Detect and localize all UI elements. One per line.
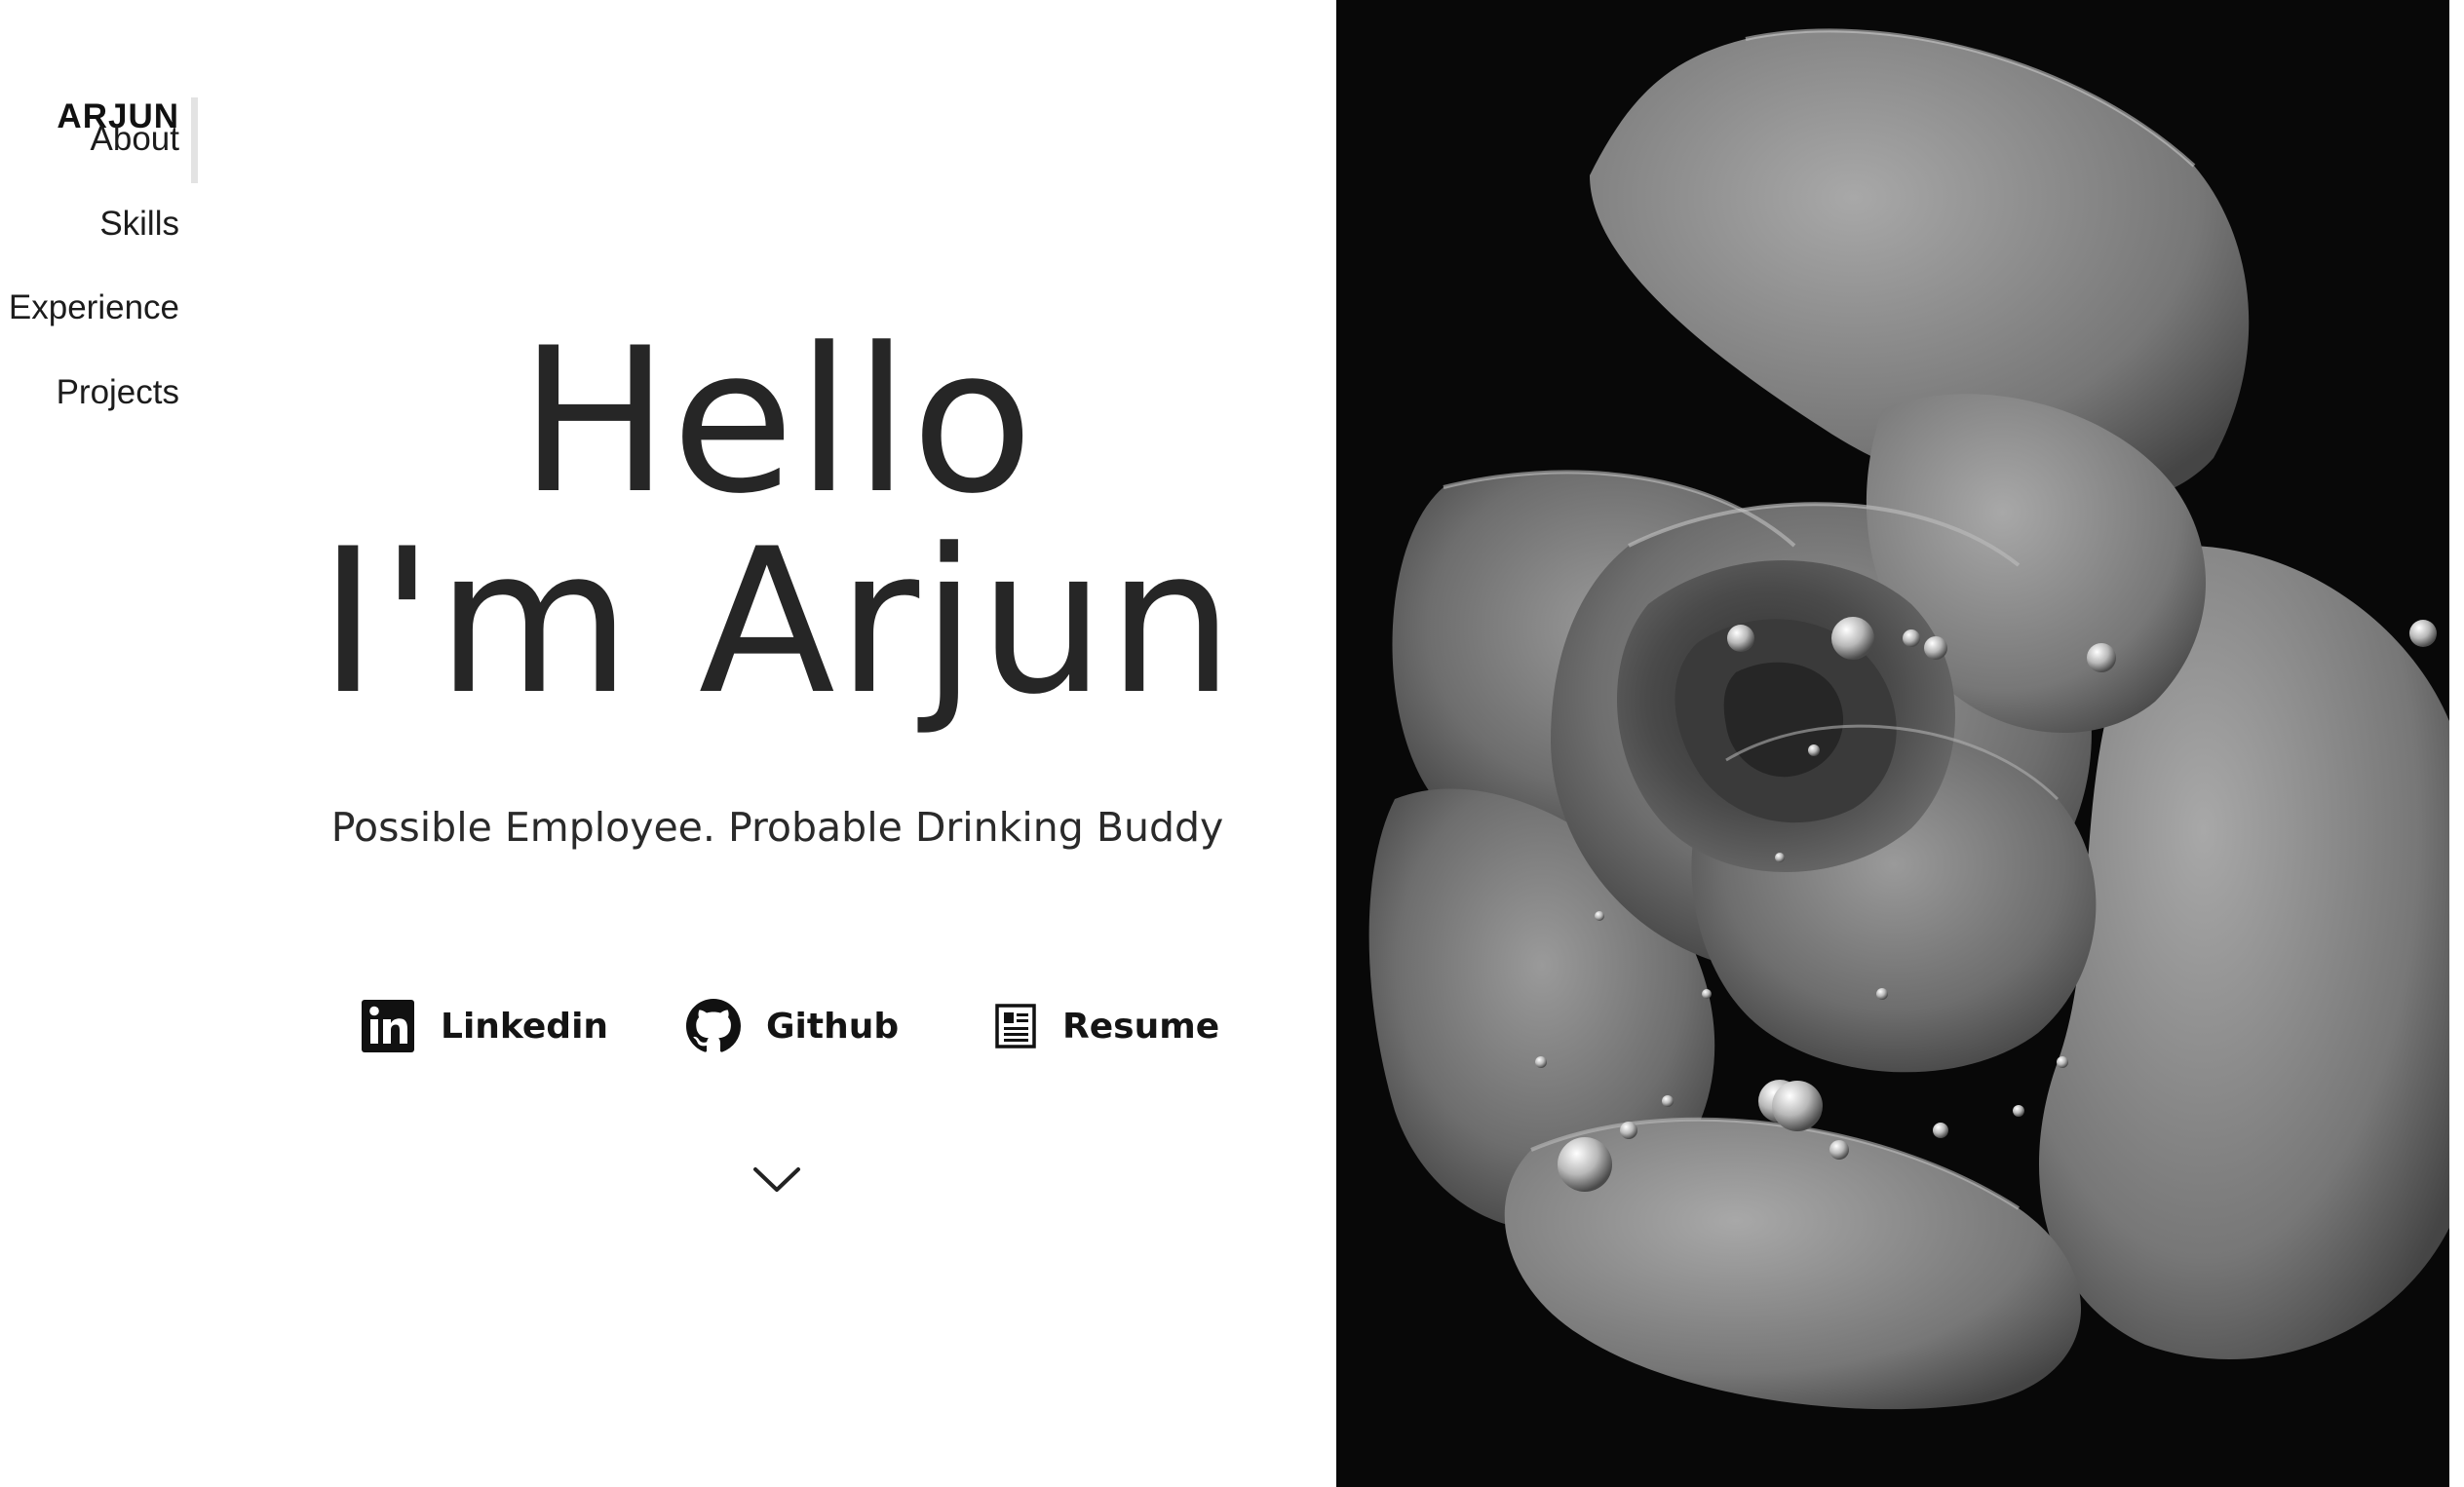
resume-label: Resume <box>1062 1006 1220 1047</box>
nav-item-skills[interactable]: Skills <box>99 205 179 244</box>
nav-active-indicator <box>191 97 198 183</box>
linkedin-icon <box>361 999 415 1053</box>
hero-heading: Hello I'm Arjun <box>302 322 1252 723</box>
hero-greeting: Hello <box>519 306 1036 538</box>
scroll-down-button[interactable] <box>750 1160 804 1199</box>
nav-item-about[interactable]: About <box>91 120 179 159</box>
hero-tagline: Possible Employee. Probable Drinking Bud… <box>330 804 1224 851</box>
github-link[interactable]: Github <box>686 992 899 1060</box>
chevron-down-icon <box>750 1167 804 1202</box>
github-icon <box>686 999 741 1053</box>
side-nav: ARJUN About Skills Experience Projects <box>0 97 201 482</box>
linkedin-label: Linkedin <box>441 1006 609 1047</box>
github-label: Github <box>766 1006 900 1047</box>
nav-item-experience[interactable]: Experience <box>9 288 179 327</box>
linkedin-link[interactable]: Linkedin <box>361 992 608 1060</box>
nav-item-projects[interactable]: Projects <box>57 373 179 412</box>
hero-name: I'm Arjun <box>318 507 1236 739</box>
rose-photo <box>1336 0 2449 1487</box>
social-links: Linkedin Github Resume <box>361 992 1219 1060</box>
resume-link[interactable]: Resume <box>994 992 1219 1060</box>
resume-icon <box>994 1003 1037 1049</box>
